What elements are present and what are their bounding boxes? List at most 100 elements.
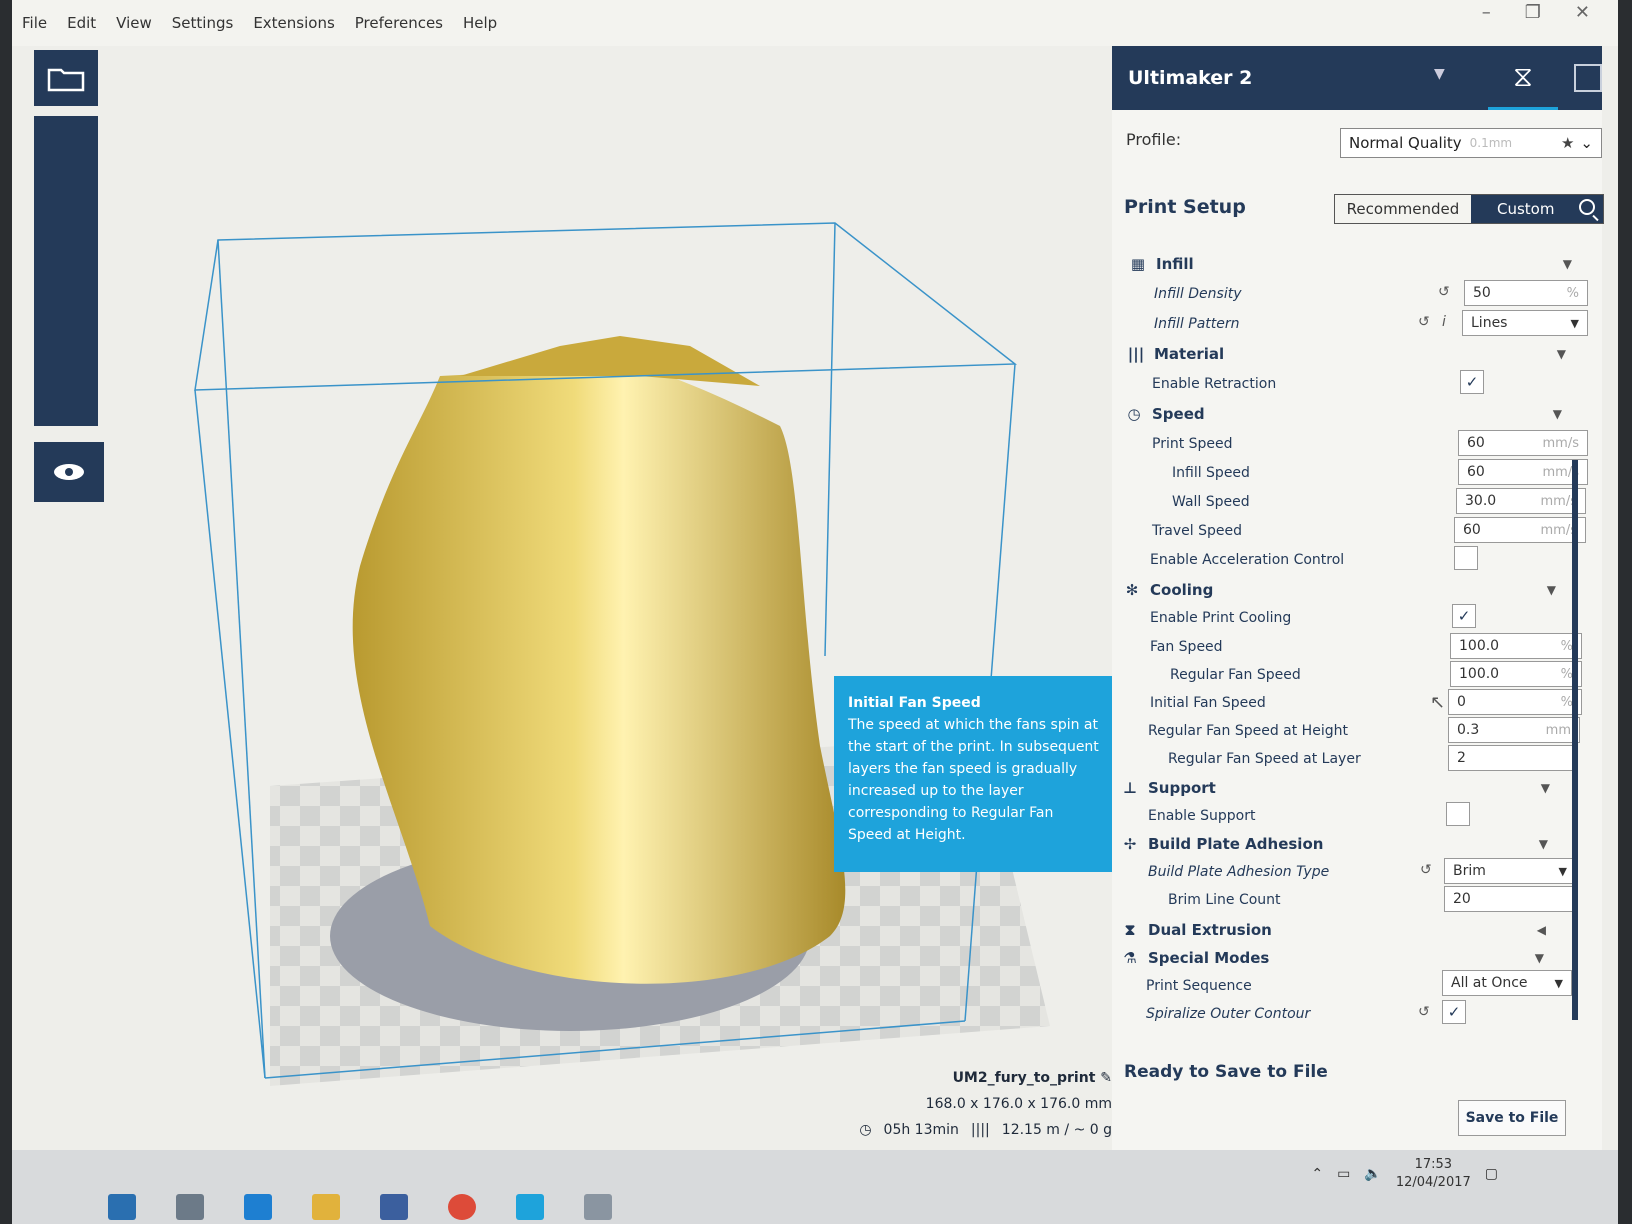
profile-layer-height: 0.1mm xyxy=(1469,136,1513,150)
search-icon[interactable] xyxy=(1579,199,1595,215)
reset-icon[interactable]: ↺ xyxy=(1418,1004,1430,1020)
setting-label: Build Plate Adhesion Type xyxy=(1148,864,1330,880)
setting-label: Enable Print Cooling xyxy=(1150,610,1292,626)
setting-enable-retraction: Enable Retraction xyxy=(1152,370,1618,398)
travel-speed-input[interactable]: 60 mm/s xyxy=(1454,517,1586,543)
menu-settings[interactable]: Settings xyxy=(172,14,234,32)
reset-icon[interactable]: ↺ xyxy=(1438,284,1450,300)
chevron-left-icon: ◀ xyxy=(1536,923,1546,937)
volume-icon[interactable]: 🔈 xyxy=(1364,1166,1381,1182)
field-value: 20 xyxy=(1453,891,1471,907)
infill-density-input[interactable]: 50 % xyxy=(1464,280,1588,306)
cursor-icon: ↖ xyxy=(1430,692,1446,713)
print-sequence-select[interactable]: All at Once ▼ xyxy=(1442,970,1572,996)
setting-tooltip: Initial Fan Speed The speed at which the… xyxy=(834,676,1126,872)
cura-app-icon[interactable] xyxy=(516,1194,544,1220)
fan-speed-height-input[interactable]: 0.3 mm xyxy=(1448,717,1580,743)
settings-scrollbar[interactable] xyxy=(1572,460,1578,1020)
acceleration-checkbox[interactable] xyxy=(1454,546,1478,570)
open-file-button[interactable] xyxy=(34,50,98,106)
fan-speed-layer-input[interactable]: 2 xyxy=(1448,745,1578,771)
edge-icon[interactable] xyxy=(244,1194,272,1220)
maximize-button[interactable]: ❐ xyxy=(1525,2,1541,23)
view-mode-button[interactable] xyxy=(34,442,104,502)
pencil-icon[interactable]: ✎ xyxy=(1100,1070,1112,1086)
app-icon[interactable] xyxy=(584,1194,612,1220)
adhesion-type-select[interactable]: Brim ▼ xyxy=(1444,858,1576,884)
menu-bar: File Edit View Settings Extensions Prefe… xyxy=(12,0,1618,46)
task-view-icon[interactable] xyxy=(176,1194,204,1220)
spiralize-checkbox[interactable]: ✓ xyxy=(1442,1000,1466,1024)
setting-label: Brim Line Count xyxy=(1168,892,1281,908)
prepare-tab[interactable] xyxy=(1558,46,1618,110)
close-button[interactable]: ✕ xyxy=(1575,2,1590,23)
category-build-plate-adhesion[interactable]: ✢ Build Plate Adhesion ▼ xyxy=(1120,830,1590,858)
chevron-down-icon: ▼ xyxy=(1552,407,1562,421)
fan-icon: ✻ xyxy=(1125,581,1139,599)
window-controls: – ❐ ✕ xyxy=(1482,2,1590,23)
print-cooling-checkbox[interactable]: ✓ xyxy=(1452,604,1476,628)
category-cooling[interactable]: ✻ Cooling ▼ xyxy=(1122,576,1592,604)
infill-speed-input[interactable]: 60 mm/s xyxy=(1458,459,1588,485)
menu-file[interactable]: File xyxy=(22,14,47,32)
tab-custom[interactable]: Custom xyxy=(1471,195,1603,223)
minimize-button[interactable]: – xyxy=(1482,2,1491,23)
tab-recommended[interactable]: Recommended xyxy=(1335,195,1471,223)
monitor-tab[interactable]: ⧖ xyxy=(1488,46,1558,110)
field-value: 60 xyxy=(1463,522,1481,538)
category-special-modes[interactable]: ⚗ Special Modes ▼ xyxy=(1120,944,1590,972)
clock[interactable]: 17:53 12/04/2017 xyxy=(1396,1156,1471,1192)
chevron-up-icon[interactable]: ⌃ xyxy=(1311,1166,1323,1182)
category-support[interactable]: ⊥ Support ▼ xyxy=(1120,774,1590,802)
setting-label: Enable Acceleration Control xyxy=(1150,552,1345,568)
infill-pattern-select[interactable]: Lines ▼ xyxy=(1462,310,1588,336)
reset-icon[interactable]: ↺ xyxy=(1420,862,1432,878)
adhesion-icon: ✢ xyxy=(1123,835,1137,853)
build-volume-view[interactable] xyxy=(100,46,1122,1126)
brim-line-count-input[interactable]: 20 xyxy=(1444,886,1576,912)
job-name[interactable]: UM2_fury_to_print ✎ xyxy=(852,1070,1112,1086)
info-icon[interactable]: i xyxy=(1442,314,1446,330)
settings-list: ▦ Infill ▼ Infill Density ↺ 50 % Infill … xyxy=(1112,246,1588,1066)
print-speed-input[interactable]: 60 mm/s xyxy=(1458,430,1588,456)
category-material[interactable]: ||| Material ▼ xyxy=(1126,340,1596,368)
profile-dropdown[interactable]: Normal Quality 0.1mm ★ ⌄ xyxy=(1340,128,1602,158)
setting-label: Fan Speed xyxy=(1150,639,1223,655)
save-to-file-button[interactable]: Save to File xyxy=(1458,1100,1566,1136)
transform-tools[interactable] xyxy=(34,116,98,426)
tooltip-body: The speed at which the fans spin at the … xyxy=(848,717,1099,843)
category-dual-extrusion[interactable]: ⧗ Dual Extrusion ◀ xyxy=(1120,916,1590,944)
notification-icon[interactable]: ▢ xyxy=(1485,1166,1498,1182)
profile-value: Normal Quality xyxy=(1349,134,1462,152)
category-label: Speed xyxy=(1152,405,1205,423)
3d-viewport[interactable] xyxy=(100,46,1122,1126)
extruder-icon: ⧗ xyxy=(1124,921,1136,939)
field-value: 60 xyxy=(1467,435,1485,451)
chevron-down-icon: ▼ xyxy=(1434,66,1445,82)
reset-icon[interactable]: ↺ xyxy=(1418,314,1430,330)
menu-extensions[interactable]: Extensions xyxy=(253,14,334,32)
category-infill[interactable]: ▦ Infill ▼ xyxy=(1128,250,1598,278)
setup-mode-tabs: Recommended Custom xyxy=(1334,194,1604,224)
print-setup-title: Print Setup xyxy=(1124,196,1246,218)
support-checkbox[interactable] xyxy=(1446,802,1470,826)
wall-speed-input[interactable]: 30.0 mm/s xyxy=(1456,488,1586,514)
network-icon[interactable]: ▭ xyxy=(1337,1166,1350,1182)
regular-fan-speed-input[interactable]: 100.0% xyxy=(1450,661,1582,687)
initial-fan-speed-input[interactable]: 0% xyxy=(1448,689,1582,715)
menu-preferences[interactable]: Preferences xyxy=(355,14,443,32)
fan-speed-input[interactable]: 100.0% xyxy=(1450,633,1582,659)
retraction-checkbox[interactable]: ✓ xyxy=(1460,370,1484,394)
setting-spiralize: Spiralize Outer Contour xyxy=(1146,1000,1616,1028)
category-speed[interactable]: ◷ Speed ▼ xyxy=(1124,400,1594,428)
folder-app-icon[interactable] xyxy=(312,1194,340,1220)
stage-icon xyxy=(1574,64,1602,92)
folder-icon xyxy=(47,68,85,92)
chrome-icon[interactable] xyxy=(448,1194,476,1220)
store-icon[interactable] xyxy=(380,1194,408,1220)
field-value: 0 xyxy=(1457,694,1466,710)
menu-help[interactable]: Help xyxy=(463,14,497,32)
menu-edit[interactable]: Edit xyxy=(67,14,96,32)
start-icon[interactable] xyxy=(108,1194,136,1220)
menu-view[interactable]: View xyxy=(116,14,152,32)
